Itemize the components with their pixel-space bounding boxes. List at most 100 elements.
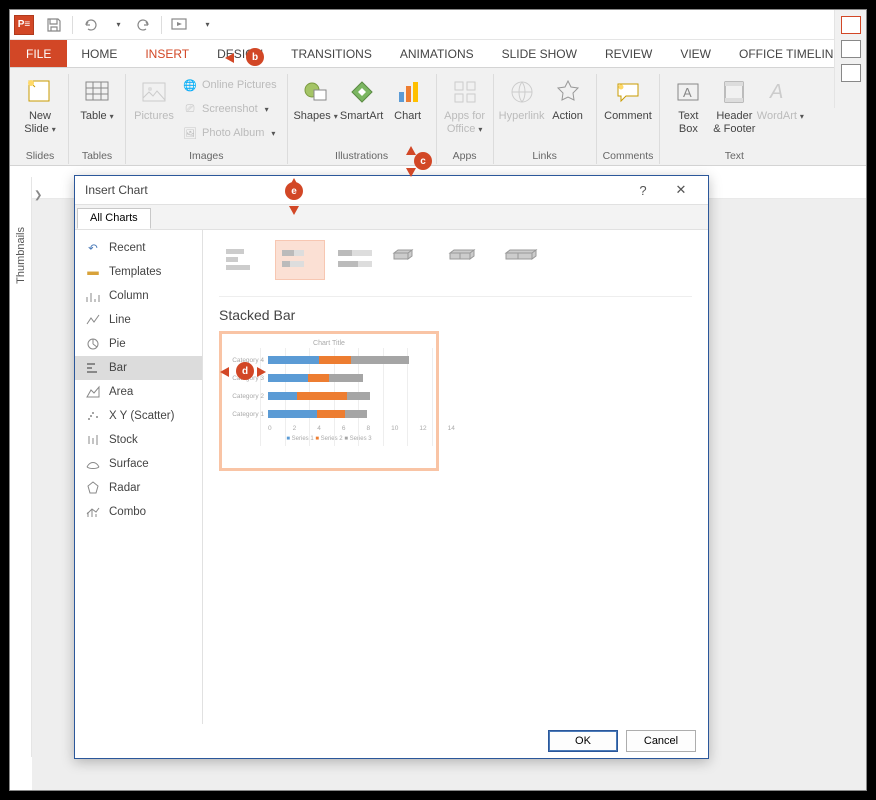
side-item-surface[interactable]: Surface	[75, 452, 202, 476]
side-item-column[interactable]: Column	[75, 284, 202, 308]
tab-file[interactable]: FILE	[10, 40, 67, 67]
subtype-3d-100-stacked-bar[interactable]	[499, 240, 549, 280]
chart-main-panel: Stacked Bar Chart Title Category 4Catego…	[203, 230, 708, 724]
start-slideshow-icon[interactable]	[168, 13, 192, 37]
header-footer-icon	[718, 76, 750, 108]
insert-chart-dialog: Insert Chart ? ✕ All Charts ↶Recent ▬Tem…	[74, 175, 709, 759]
scatter-icon	[85, 408, 101, 424]
svg-text:A: A	[683, 85, 692, 100]
group-label-images: Images	[132, 148, 281, 165]
undo-dropdown[interactable]	[105, 13, 129, 37]
text-box-button[interactable]: A Text Box	[666, 72, 710, 136]
thumbnail-expand-icon[interactable]: ❯	[34, 190, 42, 201]
side-item-bar[interactable]: Bar	[75, 356, 202, 380]
side-item-radar[interactable]: Radar	[75, 476, 202, 500]
dialog-help-button[interactable]: ?	[624, 178, 662, 202]
pictures-button[interactable]: Pictures	[132, 72, 176, 123]
screenshot-button[interactable]: ⎚Screenshot	[178, 98, 281, 120]
smartart-icon	[346, 76, 378, 108]
comment-button[interactable]: Comment	[606, 72, 650, 123]
extra-icon-1[interactable]	[841, 16, 861, 34]
wordart-button[interactable]: A WordArt	[758, 72, 802, 123]
preview-bars: Category 4Category 3Category 2Category 1	[230, 351, 428, 423]
undo-icon[interactable]	[79, 13, 103, 37]
ribbon-tabs: FILE HOME INSERT DESIGN TRANSITIONS ANIM…	[10, 40, 866, 68]
tab-review[interactable]: REVIEW	[591, 40, 666, 67]
callout-arrow-b	[225, 53, 234, 63]
dialog-close-button[interactable]: ✕	[662, 178, 700, 202]
online-pictures-button[interactable]: 🌐Online Pictures	[178, 74, 281, 96]
combo-icon	[85, 504, 101, 520]
callout-arrow-d-right	[257, 367, 266, 377]
group-label-comments: Comments	[603, 148, 654, 165]
new-slide-icon	[24, 76, 56, 108]
apps-for-office-button[interactable]: Apps for Office	[443, 72, 487, 136]
dialog-tab-all-charts[interactable]: All Charts	[77, 208, 151, 229]
dialog-tab-strip: All Charts	[75, 204, 708, 230]
shapes-button[interactable]: Shapes	[294, 72, 338, 123]
table-button[interactable]: Table	[75, 72, 119, 123]
tab-slideshow[interactable]: SLIDE SHOW	[488, 40, 591, 67]
side-item-combo[interactable]: Combo	[75, 500, 202, 524]
line-icon	[85, 312, 101, 328]
recent-icon: ↶	[85, 240, 101, 256]
dialog-body: ↶Recent ▬Templates Column Line Pie Bar A…	[75, 230, 708, 724]
preview-title: Chart Title	[230, 340, 428, 347]
header-footer-button[interactable]: Header & Footer	[712, 72, 756, 136]
side-item-stock[interactable]: Stock	[75, 428, 202, 452]
tab-transitions[interactable]: TRANSITIONS	[277, 40, 386, 67]
table-icon	[81, 76, 113, 108]
extra-icon-3[interactable]	[841, 64, 861, 82]
chart-subtype-row	[219, 240, 692, 280]
side-item-templates[interactable]: ▬Templates	[75, 260, 202, 284]
ok-button[interactable]: OK	[548, 730, 618, 752]
subtype-clustered-bar[interactable]	[219, 240, 269, 280]
subtype-3d-clustered-bar[interactable]	[387, 240, 437, 280]
tab-animations[interactable]: ANIMATIONS	[386, 40, 488, 67]
dialog-titlebar: Insert Chart ? ✕	[75, 176, 708, 204]
subtype-stacked-bar[interactable]	[275, 240, 325, 280]
quick-access-toolbar: P≡	[10, 10, 866, 40]
pictures-icon	[138, 76, 170, 108]
header-footer-label: Header & Footer	[713, 110, 755, 136]
side-item-area[interactable]: Area	[75, 380, 202, 404]
smartart-button[interactable]: SmartArt	[340, 72, 384, 123]
qat-customize-dropdown[interactable]	[194, 13, 218, 37]
cancel-button[interactable]: Cancel	[626, 730, 696, 752]
hyperlink-button[interactable]: Hyperlink	[500, 72, 544, 123]
pictures-label: Pictures	[134, 110, 174, 123]
redo-icon[interactable]	[131, 13, 155, 37]
thumbnail-strip-label: Thumbnails	[15, 227, 27, 284]
new-slide-button[interactable]: New Slide	[18, 72, 62, 136]
photo-album-icon: 🖼	[182, 125, 198, 141]
side-item-line[interactable]: Line	[75, 308, 202, 332]
subtype-100-stacked-bar[interactable]	[331, 240, 381, 280]
chart-button[interactable]: Chart	[386, 72, 430, 123]
tab-design[interactable]: DESIGN	[203, 40, 277, 67]
side-item-recent[interactable]: ↶Recent	[75, 236, 202, 260]
extra-icon-2[interactable]	[841, 40, 861, 58]
action-button[interactable]: Action	[546, 72, 590, 123]
callout-b: b	[246, 48, 264, 66]
dialog-footer: OK Cancel	[75, 724, 708, 758]
subtype-3d-stacked-bar[interactable]	[443, 240, 493, 280]
thumbnail-strip[interactable]: Thumbnails	[10, 177, 32, 757]
group-label-links: Links	[500, 148, 590, 165]
photo-album-button[interactable]: 🖼Photo Album	[178, 122, 281, 144]
tab-view[interactable]: VIEW	[666, 40, 725, 67]
hyperlink-icon	[506, 76, 538, 108]
side-item-pie[interactable]: Pie	[75, 332, 202, 356]
side-item-scatter[interactable]: X Y (Scatter)	[75, 404, 202, 428]
wordart-label: WordArt	[757, 110, 804, 123]
column-icon	[85, 288, 101, 304]
ribbon-overflow	[834, 10, 866, 108]
save-icon[interactable]	[42, 13, 66, 37]
chart-preview[interactable]: Chart Title Category 4Category 3Category…	[219, 331, 439, 471]
new-slide-label: New Slide	[24, 110, 55, 136]
tab-home[interactable]: HOME	[67, 40, 131, 67]
tab-insert[interactable]: INSERT	[131, 40, 203, 67]
stock-icon	[85, 432, 101, 448]
tabs-container: FILE HOME INSERT DESIGN TRANSITIONS ANIM…	[10, 40, 862, 67]
group-label-tables: Tables	[75, 148, 119, 165]
callout-arrow-e-down	[289, 206, 299, 215]
